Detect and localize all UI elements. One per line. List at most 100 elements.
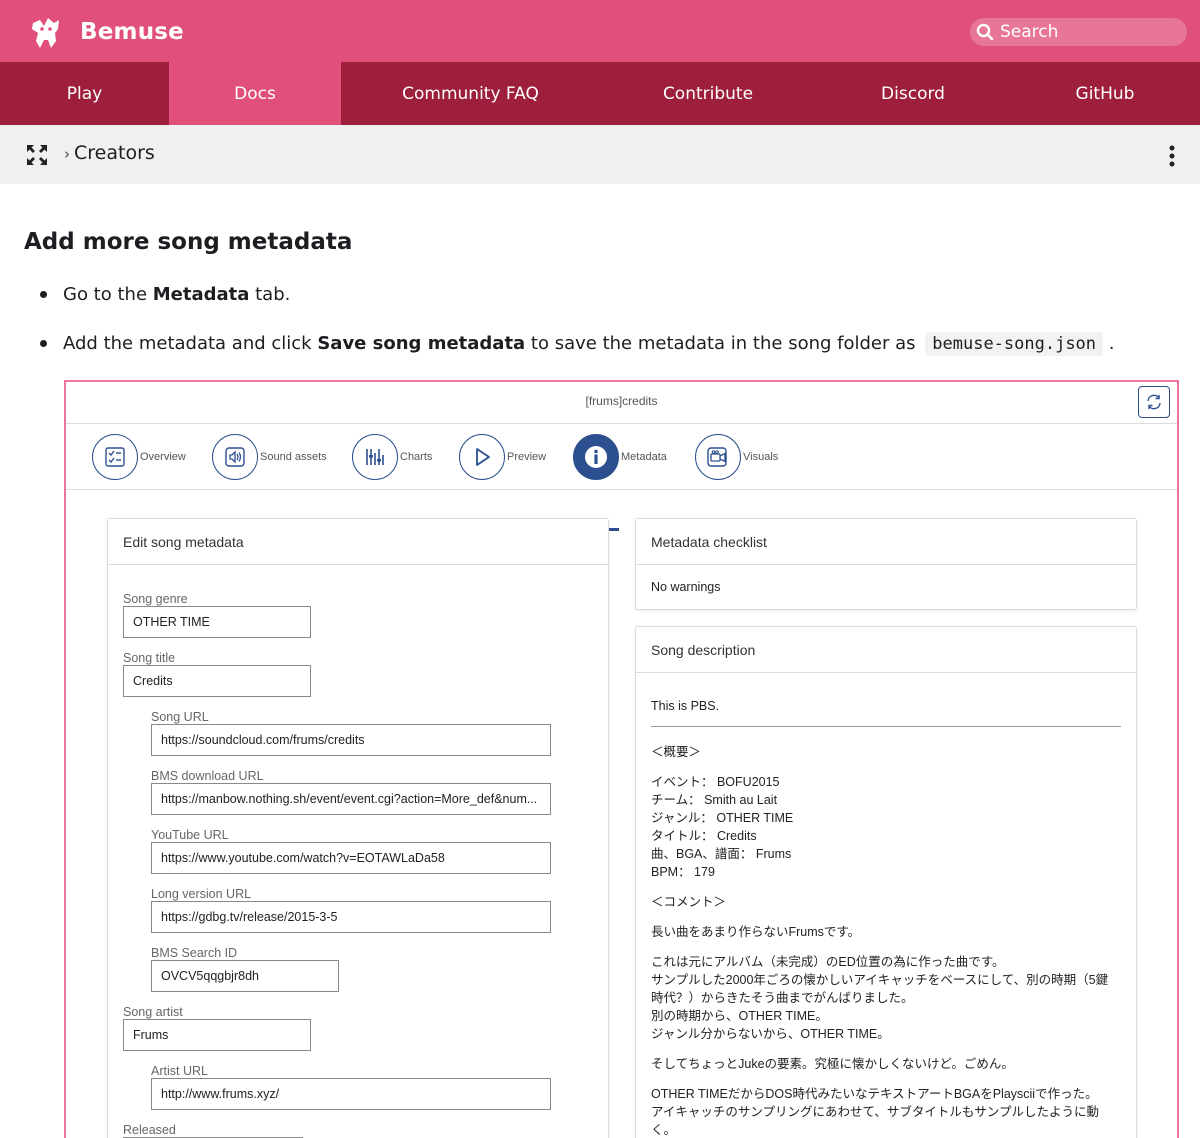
description-line: ジャンル分からないから、OTHER TIME。 [651, 1027, 890, 1041]
field-label: Song title [123, 651, 176, 665]
description-line: アイキャッチのサンプリングにあわせて、サブタイトルもサンプルしたように動 [651, 1105, 1100, 1119]
field-label: BMS download URL [151, 769, 264, 783]
description-first-line: This is PBS. [651, 699, 720, 713]
song-genre-input[interactable]: OTHER TIME [123, 606, 311, 638]
editor-title: [frums]credits [585, 394, 658, 408]
description-line: イベント： BOFU2015 [651, 775, 780, 789]
description-line: 長い曲をあまり作らないFrumsです。 [651, 925, 861, 939]
search-box[interactable] [970, 18, 1187, 46]
nav-docs[interactable]: Docs [169, 62, 341, 125]
main-nav: Play Docs Community FAQ Contribute Disco… [0, 62, 1200, 125]
field-label: Released [123, 1123, 176, 1137]
brand-name: Bemuse [80, 19, 184, 45]
long-version-url-input[interactable]: https://gdbg.tv/release/2015-3-5 [151, 901, 551, 933]
tab-label: Charts [400, 451, 433, 463]
tab-label: Sound assets [260, 451, 327, 463]
nav-community-faq[interactable]: Community FAQ [341, 62, 600, 125]
description-line: ジャンル： OTHER TIME [651, 811, 794, 825]
metadata-checklist-panel: Metadata checklist No warnings [635, 518, 1137, 610]
section-heading: Add more song metadata [24, 229, 353, 255]
refresh-icon [1147, 394, 1161, 410]
info-icon [585, 446, 607, 468]
expand-sidebar-icon[interactable] [26, 144, 48, 166]
tab-icon-circle [695, 434, 741, 480]
artist-url-input[interactable]: http://www.frums.xyz/ [151, 1078, 551, 1110]
nav-contribute[interactable]: Contribute [600, 62, 816, 125]
description-text[interactable]: ＜概要＞ イベント： BOFU2015 チーム： Smith au Lait ジャンル… [651, 741, 1108, 1137]
editor-screenshot: [frums]credits Overview Sound assets Cha… [64, 380, 1179, 1138]
panel-title: Song description [636, 627, 1136, 673]
tab-label: Visuals [743, 451, 779, 463]
song-artist-input[interactable]: Frums [123, 1019, 311, 1051]
nav-discord[interactable]: Discord [816, 62, 1010, 125]
list-item: Go to the Metadata tab. [40, 284, 290, 305]
brand-link[interactable]: Bemuse [28, 12, 184, 52]
description-line: ＜コメント＞ [651, 895, 727, 909]
bullet-dot [40, 340, 47, 347]
speaker-icon [225, 447, 245, 467]
tab-label: Overview [140, 451, 186, 463]
search-input[interactable] [1000, 22, 1180, 42]
tab-label: Preview [507, 451, 547, 463]
panel-title: Edit song metadata [108, 519, 608, 565]
field-label: Long version URL [151, 887, 252, 901]
bullet-text: Add the metadata and click Save song met… [63, 332, 1115, 356]
description-divider [651, 726, 1121, 727]
nav-github[interactable]: GitHub [1010, 62, 1200, 125]
description-line: 曲、BGA、譜面： Frums [651, 847, 792, 861]
refresh-button[interactable] [1138, 386, 1170, 418]
tab-sound-assets[interactable]: Sound assets [212, 434, 327, 480]
bemuse-logo-icon [32, 18, 59, 48]
tab-visuals[interactable]: Visuals [695, 434, 778, 480]
breadcrumb: › Creators [64, 142, 155, 164]
chart-bars-icon [366, 449, 384, 465]
song-title-input[interactable]: Credits [123, 665, 311, 697]
field-label: Song URL [151, 710, 209, 724]
description-line: サンプルした2000年ごろの懐かしいアイキャッチをベースにして、別の時期（5鍵 [651, 973, 1109, 987]
panel-title: Metadata checklist [636, 519, 1136, 565]
bullet-dot [40, 291, 47, 298]
tab-charts[interactable]: Charts [352, 434, 432, 480]
description-line: 別の時期から、OTHER TIME。 [651, 1009, 828, 1023]
description-line: OTHER TIMEだからDOS時代みたいなテキストアートBGAをPlaysci… [651, 1087, 1098, 1101]
bms-download-url-input[interactable]: https://manbow.nothing.sh/event/event.cg… [151, 783, 551, 815]
bullet-text: Go to the Metadata tab. [63, 284, 291, 305]
field-label: Song artist [123, 1005, 183, 1019]
song-url-input[interactable]: https://soundcloud.com/frums/credits [151, 724, 551, 756]
tab-overview[interactable]: Overview [92, 434, 186, 480]
field-label: Artist URL [151, 1064, 208, 1078]
description-line: BPM： 179 [651, 865, 715, 879]
song-description-panel: Song description This is PBS. ＜概要＞ イベント： … [635, 626, 1137, 1138]
nav-play[interactable]: Play [0, 62, 169, 125]
description-line: そしてちょっとJukeの要素。究極に懐かしくないけど。ごめん。 [651, 1057, 1014, 1071]
description-line: これは元にアルバム（未完成）のED位置の為に作った曲です。 [651, 955, 1005, 969]
breadcrumb-bar: › Creators [0, 125, 1200, 184]
more-options-icon[interactable] [1163, 144, 1181, 168]
field-label: Song genre [123, 592, 188, 606]
breadcrumb-separator: › [64, 145, 70, 163]
checklist-icon [105, 447, 125, 467]
tab-icon-circle [212, 434, 258, 480]
bms-search-id-input[interactable]: OVCV5qqgbjr8dh [151, 960, 339, 992]
tab-icon-circle [573, 434, 619, 480]
video-icon [707, 447, 727, 467]
tab-metadata[interactable]: Metadata [573, 434, 667, 480]
inline-code: bemuse-song.json [925, 332, 1104, 356]
tab-preview[interactable]: Preview [459, 434, 546, 480]
list-item: Add the metadata and click Save song met… [40, 332, 1115, 356]
top-bar: Bemuse [0, 0, 1200, 62]
tab-icon-circle [352, 434, 398, 480]
description-line: ＜概要＞ [651, 745, 702, 759]
field-label: YouTube URL [151, 828, 229, 842]
breadcrumb-current[interactable]: Creators [74, 142, 155, 164]
tab-icon-circle [459, 434, 505, 480]
checklist-status: No warnings [651, 580, 721, 594]
youtube-url-input[interactable]: https://www.youtube.com/watch?v=EOTAWLaD… [151, 842, 551, 874]
search-icon [976, 23, 994, 41]
edit-metadata-panel: Edit song metadata Song genre OTHER TIME… [107, 518, 609, 1138]
